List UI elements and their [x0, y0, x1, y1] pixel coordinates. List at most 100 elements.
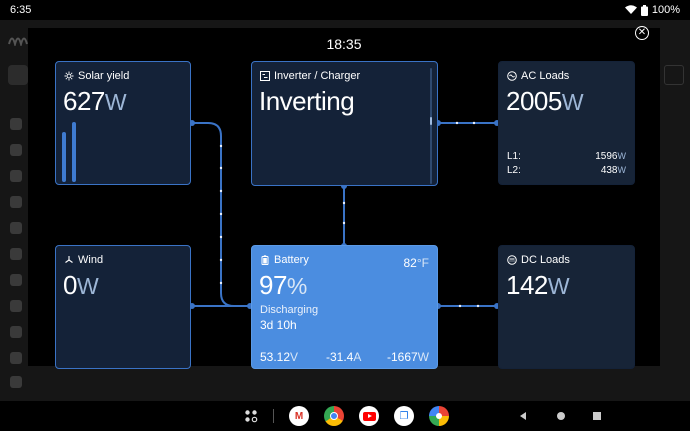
solar-charger-bar: [72, 122, 76, 182]
solar-yield-tile[interactable]: Solar yield 627W: [55, 61, 191, 185]
battery-percentage: 100%: [651, 4, 680, 16]
background-nav-icon: [10, 248, 22, 260]
ac-loads-title: AC Loads: [521, 70, 570, 82]
battery-temperature: 82°F: [404, 256, 430, 270]
solar-yield-value: 627: [63, 86, 105, 116]
status-time: 6:35: [10, 4, 32, 16]
ac-l2-value: 438: [600, 165, 618, 176]
battery-power-value: -1667: [386, 350, 418, 364]
battery-soc-unit: %: [286, 273, 307, 299]
ac-l1-label: L1:: [507, 151, 521, 162]
flow-dot: [455, 121, 459, 125]
gmail-icon[interactable]: M: [289, 406, 309, 426]
dc-icon: [507, 255, 517, 265]
chrome-icon[interactable]: [324, 406, 344, 426]
wind-title: Wind: [78, 254, 104, 266]
dc-loads-value: 142: [506, 270, 548, 300]
recents-button[interactable]: [592, 411, 602, 421]
battery-voltage-value: 53.12: [260, 350, 291, 364]
background-nav-icon: [10, 144, 22, 156]
nav-divider: [273, 409, 274, 423]
battery-time-to-go: 3d 10h: [260, 318, 297, 332]
battery-power-unit: W: [417, 350, 429, 364]
ac-loads-tile[interactable]: AC Loads 2005W L1: 1596W L2: 438W: [498, 61, 635, 185]
flow-dot: [472, 121, 476, 125]
background-nav-icon: [10, 352, 22, 364]
ac-loads-value: 2005: [506, 86, 562, 116]
background-nav-icon: [10, 222, 22, 234]
battery-soc-value: 97: [259, 270, 287, 300]
wifi-icon: [624, 5, 637, 14]
battery-voltage: 53.12V: [260, 350, 298, 364]
photos-icon[interactable]: [429, 406, 449, 426]
ac-l2-label: L2:: [507, 165, 521, 176]
ac-l1-reading: 1596W: [595, 151, 626, 162]
background-nav-icon: [10, 118, 22, 130]
ac-loads-unit: W: [561, 89, 584, 115]
battery-tile[interactable]: Battery 82°F 97% Discharging 3d 10h 53.1…: [251, 245, 438, 369]
wind-header: Wind: [64, 254, 103, 266]
flow-dot: [219, 189, 223, 193]
flow-dot: [219, 235, 223, 239]
background-search-icon: [8, 65, 28, 85]
battery-status-icon: [640, 4, 648, 16]
dc-loads-value-wrapper: 142W: [506, 270, 570, 301]
flow-dot: [342, 221, 346, 225]
battery-power: -1667W: [387, 350, 429, 364]
background-menu-icon: [664, 65, 684, 85]
battery-title: Battery: [274, 254, 309, 266]
inverter-scrollbar[interactable]: [430, 68, 432, 184]
android-nav-bar: M ❐: [0, 401, 690, 431]
battery-state: Discharging: [260, 304, 319, 316]
solar-yield-header: Solar yield: [64, 70, 129, 82]
battery-current-value: -31.4: [326, 350, 354, 364]
background-nav-icon: [10, 326, 22, 338]
sun-icon: [64, 71, 74, 81]
flow-dot: [219, 258, 223, 262]
dc-loads-tile[interactable]: DC Loads 142W: [498, 245, 635, 369]
wind-value-wrapper: 0W: [63, 270, 99, 301]
victron-logo-icon: [8, 32, 30, 48]
ac-loads-header: AC Loads: [507, 70, 569, 82]
dc-loads-title: DC Loads: [521, 254, 570, 266]
solar-charger-bar: [62, 132, 66, 182]
ac-l2-unit: W: [617, 165, 627, 175]
battery-icon: [261, 255, 269, 265]
inverter-charger-tile[interactable]: Inverter / Charger Inverting: [251, 61, 438, 186]
wind-tile[interactable]: Wind 0W: [55, 245, 191, 369]
flow-dot: [458, 304, 462, 308]
ac-loads-value-wrapper: 2005W: [506, 86, 584, 117]
back-button[interactable]: [518, 411, 528, 421]
files-icon[interactable]: ❐: [394, 406, 414, 426]
solar-yield-value-wrapper: 627W: [63, 86, 127, 117]
ac-l1-value: 1596: [595, 151, 618, 162]
battery-current: -31.4A: [326, 350, 361, 364]
battery-soc-wrapper: 97%: [259, 270, 307, 301]
inverter-scrollbar-thumb[interactable]: [430, 117, 432, 125]
battery-current-unit: A: [353, 350, 362, 364]
flow-dot: [342, 201, 346, 205]
close-icon[interactable]: ✕: [635, 26, 649, 40]
youtube-icon[interactable]: [359, 406, 379, 426]
battery-temperature-value: 82: [403, 256, 417, 270]
solar-yield-title: Solar yield: [78, 70, 130, 82]
flow-dot: [219, 144, 223, 148]
ac-l2-reading: 438W: [601, 165, 626, 176]
inverter-state: Inverting: [259, 86, 355, 116]
wind-value: 0: [63, 270, 77, 300]
inverter-icon: [260, 71, 270, 81]
flow-dot: [476, 304, 480, 308]
overview-panel: 18:35 Solar yield 627W Inverter / Charge…: [28, 28, 660, 369]
status-bar: 6:35 100%: [0, 0, 690, 20]
wind-turbine-icon: [65, 256, 73, 263]
flow-dot: [219, 212, 223, 216]
app-drawer-icon[interactable]: [244, 409, 258, 423]
home-button[interactable]: [556, 411, 566, 421]
inverter-charger-title: Inverter / Charger: [274, 70, 361, 82]
battery-header: Battery: [260, 254, 309, 266]
background-nav-icon: [10, 376, 22, 388]
background-nav-icon: [10, 300, 22, 312]
inverter-charger-header: Inverter / Charger: [260, 70, 360, 82]
solar-yield-unit: W: [104, 89, 127, 115]
flow-dot: [219, 281, 223, 285]
